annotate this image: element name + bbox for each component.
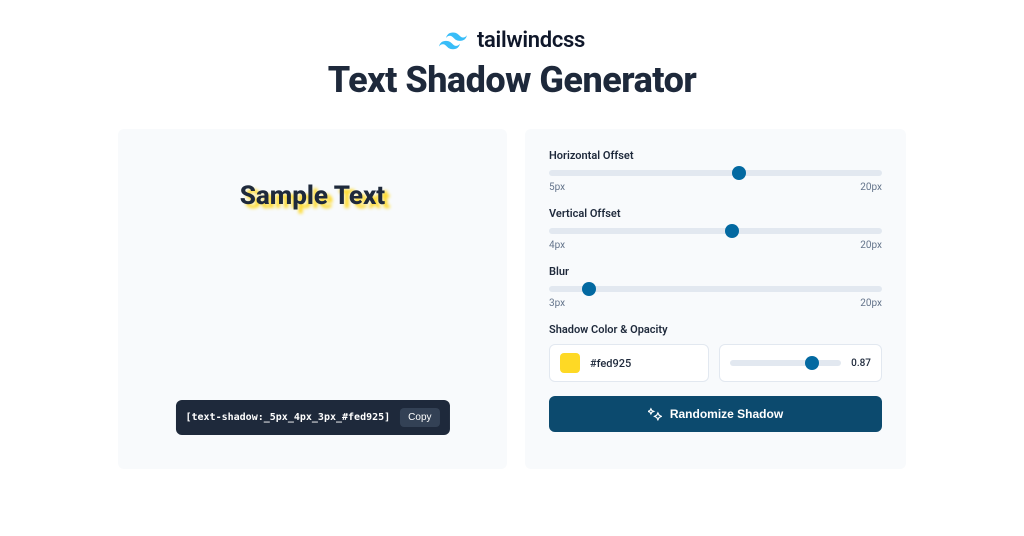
preview-panel: Sample Text [text-shadow:_5px_4px_3px_#f… [118,129,507,469]
slider-thumb[interactable] [732,166,746,180]
slider-thumb[interactable] [725,224,739,238]
vertical-offset-control: Vertical Offset 4px 20px [549,207,882,251]
opacity-slider[interactable] [730,360,841,366]
code-text: [text-shadow:_5px_4px_3px_#fed925] [185,412,390,423]
panels: Sample Text [text-shadow:_5px_4px_3px_#f… [0,101,1024,469]
controls-panel: Horizontal Offset 5px 20px Vertical Offs… [525,129,906,469]
brand-name: tailwindcss [477,28,585,53]
slider-min: 5px [549,182,565,193]
header: tailwindcss Text Shadow Generator [0,0,1024,101]
color-swatch[interactable] [560,353,580,373]
code-output: [text-shadow:_5px_4px_3px_#fed925] Copy [175,400,449,435]
horizontal-offset-slider[interactable] [549,170,882,176]
blur-slider[interactable] [549,286,882,292]
color-opacity-label: Shadow Color & Opacity [549,323,882,336]
blur-label: Blur [549,265,882,278]
slider-max: 20px [860,240,882,251]
randomize-button[interactable]: Randomize Shadow [549,396,882,432]
blur-control: Blur 3px 20px [549,265,882,309]
tailwind-logo-icon [439,31,467,51]
logo-row: tailwindcss [0,28,1024,53]
vertical-offset-slider[interactable] [549,228,882,234]
slider-thumb[interactable] [582,282,596,296]
color-hex-value: #fed925 [590,357,631,370]
slider-range: 3px 20px [549,298,882,309]
slider-min: 3px [549,298,565,309]
opacity-input: 0.87 [719,344,882,382]
color-input[interactable]: #fed925 [549,344,709,382]
opacity-value: 0.87 [851,358,871,369]
horizontal-offset-control: Horizontal Offset 5px 20px [549,149,882,193]
copy-button[interactable]: Copy [400,408,439,427]
slider-max: 20px [860,298,882,309]
slider-thumb[interactable] [805,356,819,370]
randomize-label: Randomize Shadow [670,407,783,421]
vertical-offset-label: Vertical Offset [549,207,882,220]
slider-max: 20px [860,182,882,193]
slider-range: 4px 20px [549,240,882,251]
horizontal-offset-label: Horizontal Offset [549,149,882,162]
page-title: Text Shadow Generator [0,59,1024,101]
slider-min: 4px [549,240,565,251]
sample-text: Sample Text [240,181,385,211]
color-opacity-control: Shadow Color & Opacity #fed925 0.87 [549,323,882,382]
sparkle-icon [648,407,662,421]
slider-range: 5px 20px [549,182,882,193]
